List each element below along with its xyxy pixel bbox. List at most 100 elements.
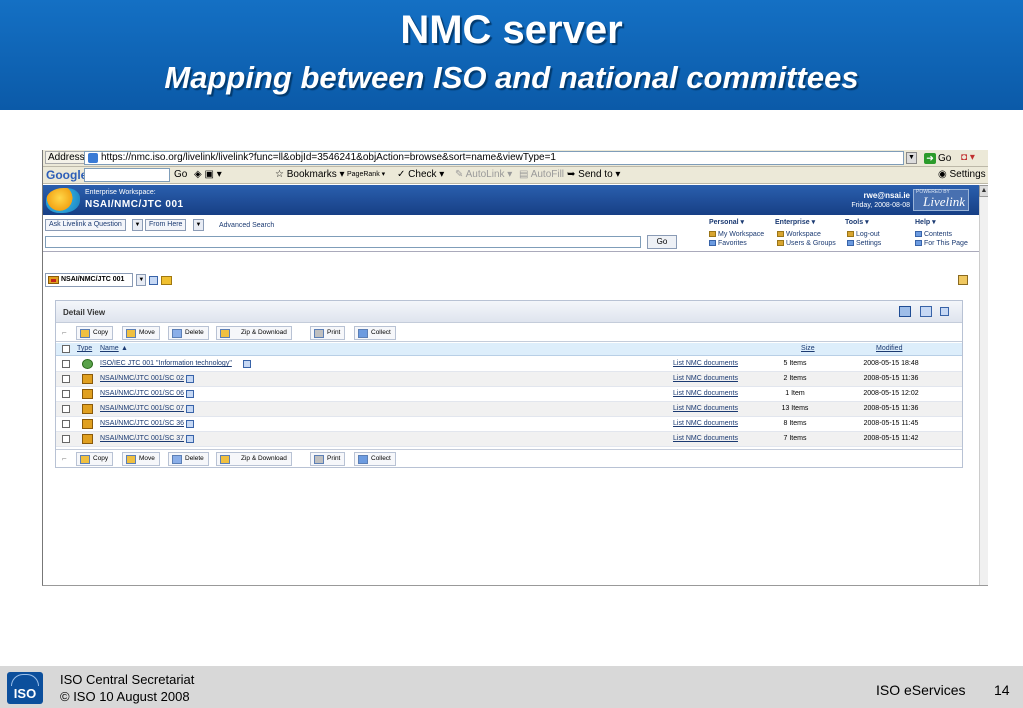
item-name-link[interactable]: NSAI/NMC/JTC 001/SC 07 (100, 405, 184, 412)
scrollbar-track[interactable] (979, 197, 988, 585)
item-menu-icon[interactable] (186, 390, 194, 398)
print-button[interactable]: Print (310, 452, 346, 466)
delete-button[interactable]: Delete (168, 452, 209, 466)
row-checkbox[interactable] (62, 360, 70, 368)
list-documents-link[interactable]: List NMC documents (673, 420, 738, 427)
advanced-search-link[interactable]: Advanced Search (219, 222, 274, 229)
for-this-page-link[interactable]: For This Page (915, 240, 968, 247)
delete-button[interactable]: Delete (168, 326, 209, 340)
small-icons-view-icon[interactable] (940, 307, 949, 316)
item-menu-icon[interactable] (186, 435, 194, 443)
logout-link[interactable]: Log-out (847, 231, 880, 238)
print-button[interactable]: Print (310, 326, 346, 340)
type-column-header[interactable]: Type (77, 345, 92, 352)
pdf-toolbar-icon[interactable]: ◘ ▾ (961, 152, 985, 164)
item-modified: 2008-05-15 11:36 (863, 375, 919, 382)
table-row: ISO/IEC JTC 001 "Information technology"… (56, 357, 962, 372)
move-label: Move (139, 455, 155, 462)
location-dropdown-icon[interactable]: ▼ (136, 274, 147, 286)
zip-download-button[interactable]: Zip & Download (216, 452, 292, 466)
item-menu-icon[interactable] (186, 420, 194, 428)
users-groups-link[interactable]: Users & Groups (777, 240, 836, 247)
copy-button[interactable]: Copy (76, 326, 114, 340)
row-checkbox[interactable] (62, 405, 70, 413)
list-documents-link[interactable]: List NMC documents (673, 435, 738, 442)
copy-label: Copy (93, 455, 109, 462)
list-documents-link[interactable]: List NMC documents (673, 390, 738, 397)
collect-button[interactable]: Collect (354, 326, 396, 340)
move-button[interactable]: Move (122, 326, 160, 340)
item-modified: 2008-05-15 18:48 (863, 360, 919, 367)
large-icons-view-icon[interactable] (920, 306, 932, 317)
detail-view-title: Detail View (63, 308, 106, 317)
item-name-link[interactable]: NSAI/NMC/JTC 001/SC 36 (100, 420, 184, 427)
item-name-link[interactable]: ISO/IEC JTC 001 "Information technology" (100, 360, 232, 367)
menu-enterprise[interactable]: Enterprise ▾ (775, 218, 815, 226)
send-to-button[interactable]: ➥ Send to ▾ (567, 169, 620, 180)
row-checkbox[interactable] (62, 375, 70, 383)
workspace-link[interactable]: Workspace (777, 231, 821, 238)
item-size: 13 Items (781, 405, 809, 412)
select-all-checkbox[interactable] (62, 345, 70, 353)
menu-tools[interactable]: Tools ▾ (845, 218, 869, 226)
google-go-button[interactable]: Go (174, 169, 187, 180)
google-toolbar: Google Go ◈ ▣ ▾ ☆ Bookmarks ▾ PageRank ▾… (43, 167, 988, 184)
parent-folder-icon[interactable] (161, 275, 173, 285)
address-input[interactable]: https://nmc.iso.org/livelink/livelink?fu… (84, 151, 904, 165)
list-documents-link[interactable]: List NMC documents (673, 360, 738, 367)
size-column-header[interactable]: Size (801, 345, 815, 352)
workspace-name[interactable]: NSAI/NMC/JTC 001 (85, 199, 184, 210)
name-column-header[interactable]: Name (100, 345, 119, 352)
item-menu-icon[interactable] (186, 405, 194, 413)
check-button[interactable]: ✓ Check ▾ (397, 169, 444, 180)
from-here-button[interactable]: From Here (145, 219, 187, 231)
go-label: Go (938, 152, 952, 164)
list-documents-link[interactable]: List NMC documents (673, 405, 738, 412)
search-input[interactable] (45, 236, 641, 248)
settings-button[interactable]: ◉ Settings ▾ (938, 169, 988, 180)
address-dropdown-icon[interactable]: ▼ (906, 152, 917, 164)
gear-icon (847, 240, 854, 247)
item-menu-icon[interactable] (243, 360, 251, 368)
menu-personal[interactable]: Personal ▾ (709, 218, 744, 226)
move-button[interactable]: Move (122, 452, 160, 466)
item-name-link[interactable]: NSAI/NMC/JTC 001/SC 02 (100, 375, 184, 382)
row-checkbox[interactable] (62, 390, 70, 398)
google-search-input[interactable] (84, 168, 170, 182)
footer-organisation: ISO Central Secretariat (60, 672, 195, 687)
location-dropdown[interactable]: NSAI/NMC/JTC 001 (45, 273, 134, 287)
ask-livelink-button[interactable]: Ask Livelink a Question (45, 219, 126, 231)
search-go-button[interactable]: Go (647, 235, 677, 249)
item-name-link[interactable]: NSAI/NMC/JTC 001/SC 37 (100, 435, 184, 442)
settings-link[interactable]: Settings (847, 240, 881, 247)
menu-help[interactable]: Help ▾ (915, 218, 936, 226)
item-menu-icon[interactable] (186, 375, 194, 383)
google-logo[interactable]: Google (46, 168, 87, 182)
zip-download-button[interactable]: Zip & Download (216, 326, 292, 340)
autofill-button[interactable]: ▤ AutoFill (519, 169, 564, 180)
pagerank-button[interactable]: PageRank ▾ (347, 170, 385, 178)
toolbar-extras-icon[interactable]: ◈ ▣ ▾ (194, 169, 222, 180)
contents-link[interactable]: Contents (915, 231, 952, 238)
my-workspace-link[interactable]: My Workspace (709, 231, 764, 238)
scroll-up-arrow-icon[interactable]: ▲ (979, 185, 988, 197)
list-documents-link[interactable]: List NMC documents (673, 375, 738, 382)
list-header: Type Name ▲ Size Modified (56, 343, 962, 356)
from-here-dropdown-icon[interactable]: ▼ (193, 219, 204, 231)
item-size: 5 Items (783, 360, 807, 367)
autolink-button[interactable]: ✎ AutoLink ▾ (455, 169, 512, 180)
bookmarks-button[interactable]: ☆ Bookmarks ▾ (275, 169, 345, 180)
collect-button[interactable]: Collect (354, 452, 396, 466)
favorites-link[interactable]: Favorites (709, 240, 747, 247)
for-this-page-label: For This Page (924, 240, 968, 247)
ask-dropdown-icon[interactable]: ▼ (132, 219, 143, 231)
item-name-link[interactable]: NSAI/NMC/JTC 001/SC 06 (100, 390, 184, 397)
row-checkbox[interactable] (62, 435, 70, 443)
address-go-button[interactable]: ➜ Go (922, 151, 954, 165)
detail-view-icon[interactable] (899, 306, 911, 317)
function-menu-icon[interactable] (149, 275, 159, 285)
copy-button[interactable]: Copy (76, 452, 114, 466)
edit-pencil-icon[interactable] (958, 275, 968, 285)
modified-column-header[interactable]: Modified (876, 345, 902, 352)
row-checkbox[interactable] (62, 420, 70, 428)
